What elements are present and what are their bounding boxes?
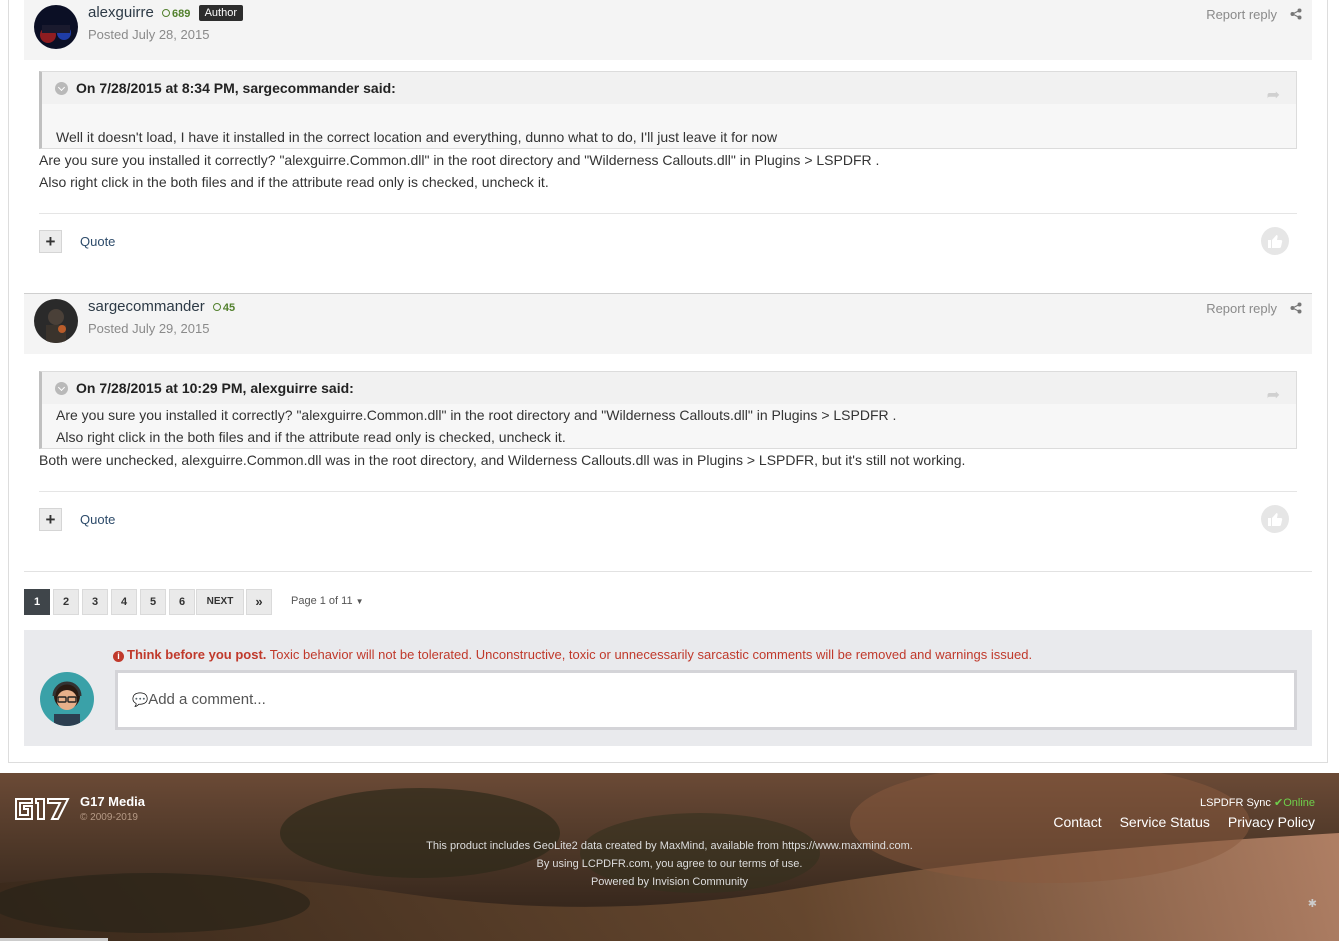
divider — [39, 213, 1297, 214]
footer-legal: This product includes GeoLite2 data crea… — [0, 837, 1339, 891]
sync-status: LSPDFR Sync ✔Online — [1200, 796, 1315, 809]
post-line: Both were unchecked, alexguirre.Common.d… — [39, 452, 966, 468]
quote-line: Are you sure you installed it correctly?… — [56, 407, 897, 423]
quote-header[interactable]: On 7/28/2015 at 8:34 PM, sargecommander … — [42, 72, 1296, 104]
site-footer: G17 Media © 2009-2019 This product inclu… — [0, 773, 1339, 941]
service-status-link[interactable]: Service Status — [1120, 814, 1210, 830]
quote-button[interactable]: Quote — [80, 512, 115, 527]
page-4-button[interactable]: 4 — [111, 589, 137, 615]
sync-status-value: Online — [1283, 797, 1315, 809]
quote-line: Well it doesn't load, I have it installe… — [56, 129, 778, 145]
post-divider — [24, 571, 1312, 572]
author-link[interactable]: sargecommander — [88, 298, 205, 315]
reputation-count: 45 — [222, 302, 236, 314]
page-jump-dropdown[interactable]: Page 1 of 11 ▼ — [291, 595, 364, 607]
comment-bubble-icon: 💬 — [132, 692, 149, 707]
page-6-button[interactable]: 6 — [169, 589, 195, 615]
page-of-label: Page 1 of 11 — [291, 595, 353, 607]
reputation-icon — [212, 303, 221, 312]
author-name[interactable]: sargecommander 45 — [88, 298, 235, 315]
check-icon: ✔ — [1273, 797, 1284, 809]
author-badge: Author — [198, 5, 243, 21]
reply-area: i Think before you post. Toxic behavior w… — [24, 630, 1312, 746]
reputation-badge: 45 — [212, 302, 236, 314]
thumbs-up-icon — [1268, 513, 1283, 526]
contact-link[interactable]: Contact — [1053, 814, 1101, 830]
share-icon[interactable] — [1290, 302, 1302, 314]
footer-geolite-notice: This product includes GeoLite2 data crea… — [426, 840, 913, 852]
comment-placeholder: 💬Add a comment... — [132, 691, 266, 708]
collapse-toggle-icon[interactable] — [55, 82, 68, 95]
footer-terms-notice[interactable]: By using LCPDFR.com, you agree to our te… — [0, 855, 1339, 873]
multiquote-button[interactable]: + — [39, 230, 62, 253]
quote-body: Are you sure you installed it correctly?… — [42, 404, 1296, 452]
comment-input[interactable]: 💬Add a comment... — [115, 670, 1297, 730]
author-link[interactable]: alexguirre — [88, 4, 154, 21]
bug-report-icon[interactable]: ✱ — [1308, 897, 1317, 910]
multiquote-button[interactable]: + — [39, 508, 62, 531]
page-5-button[interactable]: 5 — [140, 589, 166, 615]
footer-copyright: © 2009-2019 — [80, 812, 138, 823]
like-button[interactable] — [1261, 505, 1289, 533]
g17-logo-icon[interactable] — [14, 797, 72, 821]
post-line: Also right click in the both files and i… — [39, 174, 549, 190]
page-3-button[interactable]: 3 — [82, 589, 108, 615]
posting-warning: i Think before you post. Toxic behavior w… — [113, 647, 1032, 662]
quote-citation: On 7/28/2015 at 10:29 PM, alexguirre sai… — [76, 380, 354, 396]
like-button[interactable] — [1261, 227, 1289, 255]
post-header: alexguirre 689 Author Posted July 28, 20… — [24, 0, 1312, 60]
report-reply-link[interactable]: Report reply — [1206, 301, 1277, 316]
reputation-icon — [162, 9, 171, 18]
privacy-policy-link[interactable]: Privacy Policy — [1228, 814, 1315, 830]
quote-body: Well it doesn't load, I have it installe… — [42, 104, 1296, 152]
warning-text: Toxic behavior will not be tolerated. Un… — [266, 647, 1033, 662]
post-body: Both were unchecked, alexguirre.Common.d… — [39, 449, 965, 471]
last-page-button[interactable]: » — [246, 589, 272, 615]
share-icon[interactable] — [1290, 8, 1302, 20]
avatar[interactable] — [34, 299, 78, 343]
quote-header[interactable]: On 7/28/2015 at 10:29 PM, alexguirre sai… — [42, 372, 1296, 404]
posted-date[interactable]: Posted July 28, 2015 — [88, 27, 209, 42]
quote-button[interactable]: Quote — [80, 234, 115, 249]
info-icon: i — [113, 651, 124, 662]
footer-powered-by[interactable]: Powered by Invision Community — [0, 873, 1339, 891]
divider — [39, 491, 1297, 492]
avatar[interactable] — [34, 5, 78, 49]
page-1-button[interactable]: 1 — [24, 589, 50, 615]
quote-block: On 7/28/2015 at 8:34 PM, sargecommander … — [39, 71, 1297, 149]
reputation-badge: 689 — [162, 8, 190, 20]
caret-down-icon: ▼ — [355, 597, 364, 606]
comment-placeholder-text: Add a comment... — [148, 691, 266, 708]
go-to-quote-icon[interactable]: ➦ — [1267, 80, 1280, 112]
quote-block: On 7/28/2015 at 10:29 PM, alexguirre sai… — [39, 371, 1297, 449]
reputation-count: 689 — [172, 8, 191, 20]
quote-citation: On 7/28/2015 at 8:34 PM, sargecommander … — [76, 80, 396, 96]
sync-label: LSPDFR Sync — [1200, 797, 1271, 809]
warning-title: Think before you post. — [127, 647, 267, 662]
page-2-button[interactable]: 2 — [53, 589, 79, 615]
quote-line: Also right click in the both files and i… — [56, 429, 566, 445]
go-to-quote-icon[interactable]: ➦ — [1267, 380, 1280, 412]
posted-date[interactable]: Posted July 29, 2015 — [88, 321, 209, 336]
collapse-toggle-icon[interactable] — [55, 382, 68, 395]
current-user-avatar[interactable] — [40, 672, 94, 726]
footer-links: Contact Service Status Privacy Policy — [1035, 814, 1315, 830]
next-page-button[interactable]: NEXT — [196, 589, 244, 615]
footer-brand: G17 Media — [80, 794, 146, 809]
post-line: Are you sure you installed it correctly?… — [39, 152, 880, 168]
post-header: sargecommander 45 Posted July 29, 2015 R… — [24, 294, 1312, 354]
post-body: Are you sure you installed it correctly?… — [39, 149, 879, 193]
author-name[interactable]: alexguirre 689 Author — [88, 4, 243, 21]
report-reply-link[interactable]: Report reply — [1206, 7, 1277, 22]
thumbs-up-icon — [1268, 235, 1283, 248]
